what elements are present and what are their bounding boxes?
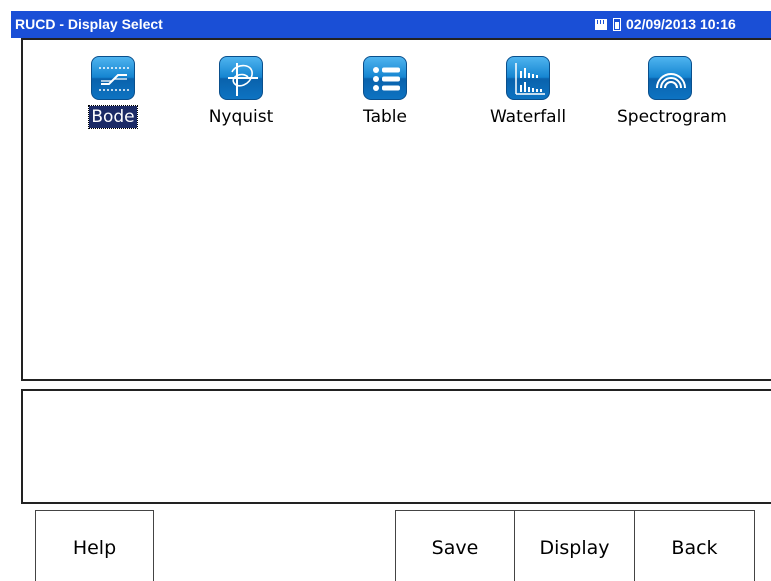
display-option-waterfall[interactable]: Waterfall bbox=[473, 56, 583, 128]
battery-icon bbox=[613, 18, 621, 31]
back-button[interactable]: Back bbox=[634, 510, 755, 581]
spectrogram-arcs-icon bbox=[648, 56, 692, 100]
display-label-table[interactable]: Table bbox=[361, 106, 409, 128]
waterfall-bars-icon bbox=[506, 56, 550, 100]
bode-plot-icon bbox=[91, 56, 135, 100]
display-label-nyquist[interactable]: Nyquist bbox=[207, 106, 276, 128]
title-bar: RUCD - Display Select 02/09/2013 10:16 bbox=[11, 11, 771, 38]
save-button[interactable]: Save bbox=[395, 510, 515, 581]
datetime-display: 02/09/2013 10:16 bbox=[626, 16, 736, 32]
help-button[interactable]: Help bbox=[35, 510, 154, 581]
display-button[interactable]: Display bbox=[514, 510, 635, 581]
display-option-bode[interactable]: Bode bbox=[58, 56, 168, 129]
nyquist-plot-icon bbox=[219, 56, 263, 100]
display-option-nyquist[interactable]: Nyquist bbox=[186, 56, 296, 128]
display-label-spectrogram[interactable]: Spectrogram bbox=[615, 106, 729, 128]
window-title: RUCD - Display Select bbox=[15, 16, 163, 32]
display-label-waterfall[interactable]: Waterfall bbox=[488, 106, 568, 128]
status-area: 02/09/2013 10:16 bbox=[595, 11, 736, 38]
sd-card-icon bbox=[595, 19, 607, 30]
table-list-icon bbox=[363, 56, 407, 100]
display-select-screen: RUCD - Display Select 02/09/2013 10:16 B… bbox=[0, 0, 771, 581]
display-selection-panel: Bode Nyquist Table Waterfall Spectrogram bbox=[21, 38, 771, 381]
info-panel bbox=[21, 389, 771, 504]
display-label-bode[interactable]: Bode bbox=[88, 105, 138, 129]
display-option-spectrogram[interactable]: Spectrogram bbox=[615, 56, 727, 128]
display-option-table[interactable]: Table bbox=[330, 56, 440, 128]
